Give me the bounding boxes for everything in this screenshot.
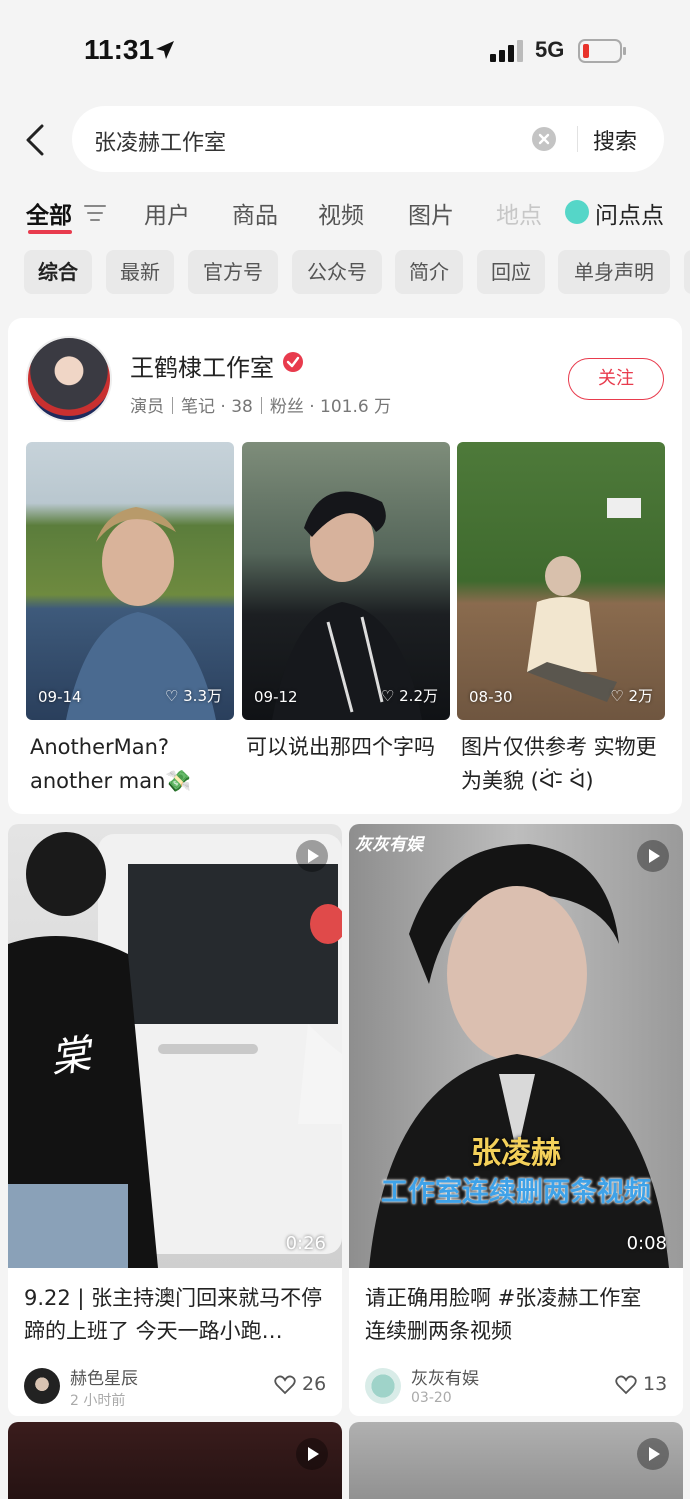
- watermark: 灰灰有娱: [355, 835, 423, 855]
- post-title[interactable]: AnotherMan? another man💸: [30, 730, 240, 798]
- author-avatar[interactable]: [365, 1368, 401, 1404]
- chip-overflow[interactable]: [684, 250, 690, 294]
- video-thumbnail[interactable]: 棠 0:26: [8, 824, 342, 1268]
- post-thumbnail[interactable]: 09-14 ♡ 3.3万: [26, 442, 234, 720]
- tab-products[interactable]: 商品: [232, 196, 278, 230]
- back-arrow-icon[interactable]: [20, 122, 52, 158]
- feed-card[interactable]: 棠 0:26 9.22 | 张主持澳门回来就马不停蹄的上班了 今天一路小跑… 赫…: [8, 824, 342, 1416]
- post-date: 09-12: [254, 688, 298, 706]
- status-bar: 11:31 5G: [0, 0, 690, 100]
- author-name[interactable]: 灰灰有娱: [411, 1364, 479, 1389]
- tab-all[interactable]: 全部: [26, 196, 72, 230]
- tab-images[interactable]: 图片: [408, 196, 454, 230]
- post-likes: ♡ 2万: [610, 687, 653, 705]
- post-date: 08-30: [469, 688, 513, 706]
- chip-public-account[interactable]: 公众号: [292, 250, 382, 294]
- search-input[interactable]: 张凌赫工作室 搜索: [72, 106, 664, 172]
- follow-button[interactable]: 关注: [568, 358, 664, 400]
- feed-title[interactable]: 请正确用脸啊 #张凌赫工作室 连续删两条视频: [365, 1282, 667, 1348]
- feed-card[interactable]: 灰灰有娱 张凌赫 工作室连续删两条视频 0:08 请正确用脸啊 #张凌赫工作室 …: [349, 824, 683, 1416]
- play-icon: [296, 840, 328, 872]
- post-title[interactable]: 图片仅供参考 实物更为美貌 (ᐛ-᷅ ᐛ): [461, 730, 671, 798]
- chip-composite[interactable]: 综合: [24, 250, 92, 294]
- chip-single-statement[interactable]: 单身声明: [558, 250, 670, 294]
- location-arrow-icon: [156, 41, 174, 59]
- tab-videos[interactable]: 视频: [318, 196, 364, 230]
- heart-icon[interactable]: [615, 1375, 637, 1395]
- clear-icon[interactable]: [532, 127, 556, 151]
- feed-card[interactable]: [8, 1422, 342, 1499]
- feed-card[interactable]: [349, 1422, 683, 1499]
- filter-icon[interactable]: [84, 204, 106, 222]
- network-type: 5G: [535, 37, 565, 62]
- search-query[interactable]: 张凌赫工作室: [94, 125, 226, 157]
- wen-diandian-icon: [565, 200, 589, 224]
- heart-icon[interactable]: [274, 1375, 296, 1395]
- video-overlay-caption: 工作室连续删两条视频: [381, 1177, 651, 1208]
- play-icon: [296, 1438, 328, 1470]
- post-likes: ♡ 3.3万: [164, 687, 222, 705]
- post-time: 03-20: [411, 1390, 452, 1406]
- verified-badge-icon: [283, 352, 303, 372]
- chip-bio[interactable]: 简介: [395, 250, 463, 294]
- status-time: 11:31: [84, 34, 155, 65]
- tab-wen-diandian[interactable]: 问点点: [595, 196, 664, 230]
- post-thumbnail[interactable]: 08-30 ♡ 2万: [457, 442, 665, 720]
- search-header: 张凌赫工作室 搜索: [0, 100, 690, 180]
- portrait-photo: [272, 491, 422, 720]
- video-overlay-name: 张凌赫: [471, 1136, 561, 1171]
- result-tabs: 全部 用户 商品 视频 图片 地点 问点点: [0, 188, 690, 238]
- play-icon: [637, 840, 669, 872]
- battery-low-icon: [578, 39, 626, 63]
- chip-official[interactable]: 官方号: [188, 250, 278, 294]
- post-time: 2 小时前: [70, 1393, 126, 1409]
- post-title[interactable]: 可以说出那四个字吗: [246, 730, 456, 764]
- tab-places[interactable]: 地点: [496, 196, 542, 230]
- chip-reply[interactable]: 回应: [477, 250, 545, 294]
- video-thumbnail[interactable]: 灰灰有娱 张凌赫 工作室连续删两条视频 0:08: [349, 824, 683, 1268]
- active-tab-indicator: [28, 230, 72, 234]
- video-duration: 0:26: [285, 1233, 326, 1254]
- feed-title[interactable]: 9.22 | 张主持澳门回来就马不停蹄的上班了 今天一路小跑…: [24, 1282, 326, 1348]
- filter-chips: 综合 最新 官方号 公众号 简介 回应 单身声明: [0, 250, 690, 296]
- portrait-photo: [527, 498, 641, 702]
- author-avatar[interactable]: [24, 1368, 60, 1404]
- post-date: 09-14: [38, 688, 82, 706]
- user-name[interactable]: 王鹤棣工作室: [130, 348, 274, 383]
- post-likes: ♡ 2.2万: [380, 687, 438, 705]
- author-name[interactable]: 赫色星辰: [70, 1364, 138, 1389]
- like-count: 13: [643, 1373, 668, 1395]
- video-duration: 0:08: [626, 1233, 667, 1254]
- cellular-signal-icon: [490, 40, 523, 62]
- post-thumbnail[interactable]: 09-12 ♡ 2.2万: [242, 442, 450, 720]
- chip-latest[interactable]: 最新: [106, 250, 174, 294]
- user-result-card[interactable]: 王鹤棣工作室 演员｜笔记 · 38｜粉丝 · 101.6 万 关注 09-14 …: [8, 318, 682, 814]
- play-icon: [637, 1438, 669, 1470]
- like-count: 26: [302, 1373, 327, 1395]
- search-divider: [577, 126, 578, 152]
- tab-users[interactable]: 用户: [144, 196, 190, 230]
- shirt-logo-text: 棠: [47, 1031, 94, 1083]
- user-meta: 演员｜笔记 · 38｜粉丝 · 101.6 万: [130, 397, 392, 417]
- search-button[interactable]: 搜索: [593, 124, 637, 156]
- portrait-photo: [66, 507, 216, 720]
- avatar[interactable]: [26, 336, 112, 422]
